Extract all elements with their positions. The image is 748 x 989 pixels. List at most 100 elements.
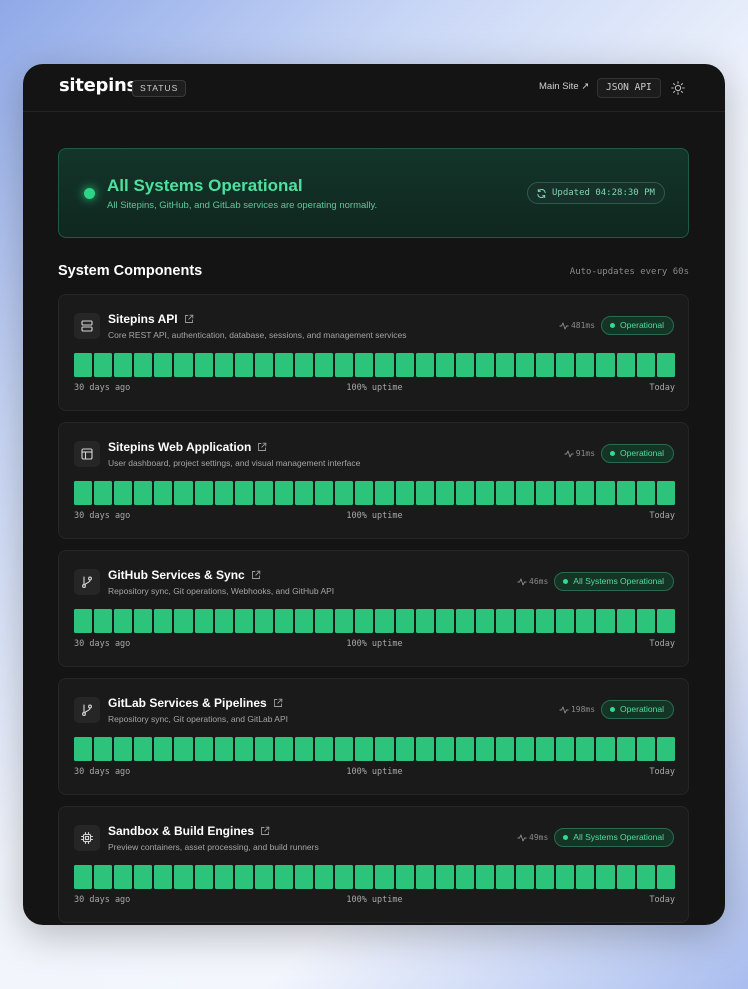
uptime-day-bar[interactable] xyxy=(274,481,294,505)
component-name[interactable]: GitHub Services & Sync xyxy=(108,568,245,582)
uptime-day-bar[interactable] xyxy=(616,609,635,633)
uptime-day-bar[interactable] xyxy=(636,609,655,633)
external-link-icon[interactable] xyxy=(260,826,270,836)
uptime-day-bar[interactable] xyxy=(194,481,213,505)
uptime-day-bar[interactable] xyxy=(355,609,374,633)
uptime-day-bar[interactable] xyxy=(616,353,635,377)
uptime-day-bar[interactable] xyxy=(194,353,213,377)
main-site-link[interactable]: Main Site ↗ xyxy=(539,81,589,92)
uptime-day-bar[interactable] xyxy=(455,737,474,761)
uptime-day-bar[interactable] xyxy=(355,865,374,889)
external-link-icon[interactable] xyxy=(251,570,261,580)
uptime-day-bar[interactable] xyxy=(435,737,454,761)
uptime-day-bar[interactable] xyxy=(435,481,454,505)
uptime-day-bar[interactable] xyxy=(495,865,515,889)
uptime-day-bar[interactable] xyxy=(254,609,273,633)
uptime-day-bar[interactable] xyxy=(656,737,675,761)
uptime-day-bar[interactable] xyxy=(616,865,635,889)
component-name[interactable]: GitLab Services & Pipelines xyxy=(108,696,267,710)
uptime-day-bar[interactable] xyxy=(194,737,213,761)
uptime-day-bar[interactable] xyxy=(335,737,354,761)
uptime-day-bar[interactable] xyxy=(335,609,354,633)
uptime-day-bar[interactable] xyxy=(556,481,575,505)
uptime-day-bar[interactable] xyxy=(74,609,93,633)
uptime-day-bar[interactable] xyxy=(435,353,454,377)
uptime-day-bar[interactable] xyxy=(395,609,414,633)
uptime-day-bar[interactable] xyxy=(174,353,193,377)
uptime-day-bar[interactable] xyxy=(114,737,133,761)
uptime-day-bar[interactable] xyxy=(375,737,394,761)
uptime-day-bar[interactable] xyxy=(475,609,494,633)
uptime-day-bar[interactable] xyxy=(636,481,655,505)
uptime-day-bar[interactable] xyxy=(656,865,675,889)
uptime-day-bar[interactable] xyxy=(475,481,494,505)
uptime-day-bar[interactable] xyxy=(154,865,173,889)
uptime-day-bar[interactable] xyxy=(274,353,294,377)
uptime-day-bar[interactable] xyxy=(395,353,414,377)
uptime-day-bar[interactable] xyxy=(375,609,394,633)
uptime-day-bar[interactable] xyxy=(134,737,153,761)
uptime-day-bar[interactable] xyxy=(415,609,434,633)
uptime-day-bar[interactable] xyxy=(656,609,675,633)
uptime-day-bar[interactable] xyxy=(254,481,273,505)
uptime-day-bar[interactable] xyxy=(254,353,273,377)
uptime-day-bar[interactable] xyxy=(616,737,635,761)
uptime-day-bar[interactable] xyxy=(455,353,474,377)
uptime-day-bar[interactable] xyxy=(536,609,555,633)
sitepins-logo[interactable]: sitepins xyxy=(59,75,137,96)
uptime-day-bar[interactable] xyxy=(214,865,233,889)
uptime-day-bar[interactable] xyxy=(556,353,575,377)
uptime-day-bar[interactable] xyxy=(194,865,213,889)
component-name[interactable]: Sitepins API xyxy=(108,312,178,326)
uptime-day-bar[interactable] xyxy=(134,609,153,633)
uptime-day-bar[interactable] xyxy=(295,353,314,377)
uptime-day-bar[interactable] xyxy=(315,353,334,377)
uptime-day-bar[interactable] xyxy=(74,737,93,761)
uptime-day-bar[interactable] xyxy=(295,481,314,505)
uptime-day-bar[interactable] xyxy=(435,609,454,633)
uptime-day-bar[interactable] xyxy=(536,481,555,505)
uptime-day-bar[interactable] xyxy=(114,865,133,889)
uptime-day-bar[interactable] xyxy=(636,353,655,377)
uptime-day-bar[interactable] xyxy=(395,737,414,761)
uptime-day-bar[interactable] xyxy=(516,481,535,505)
uptime-day-bar[interactable] xyxy=(154,737,173,761)
theme-toggle-button[interactable] xyxy=(670,80,686,96)
uptime-day-bar[interactable] xyxy=(576,609,595,633)
uptime-day-bar[interactable] xyxy=(94,353,113,377)
uptime-day-bar[interactable] xyxy=(114,481,133,505)
uptime-day-bar[interactable] xyxy=(214,481,233,505)
uptime-day-bar[interactable] xyxy=(556,609,575,633)
uptime-day-bar[interactable] xyxy=(234,737,253,761)
uptime-day-bar[interactable] xyxy=(194,609,213,633)
uptime-day-bar[interactable] xyxy=(355,737,374,761)
uptime-day-bar[interactable] xyxy=(295,609,314,633)
uptime-day-bar[interactable] xyxy=(415,353,434,377)
uptime-day-bar[interactable] xyxy=(576,737,595,761)
uptime-day-bar[interactable] xyxy=(174,481,193,505)
uptime-day-bar[interactable] xyxy=(375,353,394,377)
uptime-day-bar[interactable] xyxy=(596,609,615,633)
uptime-day-bar[interactable] xyxy=(274,737,294,761)
uptime-day-bar[interactable] xyxy=(74,865,93,889)
uptime-day-bar[interactable] xyxy=(516,865,535,889)
uptime-day-bar[interactable] xyxy=(596,353,615,377)
uptime-day-bar[interactable] xyxy=(335,865,354,889)
uptime-day-bar[interactable] xyxy=(495,609,515,633)
external-link-icon[interactable] xyxy=(257,442,267,452)
uptime-day-bar[interactable] xyxy=(556,737,575,761)
uptime-day-bar[interactable] xyxy=(596,865,615,889)
uptime-day-bar[interactable] xyxy=(576,865,595,889)
uptime-day-bar[interactable] xyxy=(94,481,113,505)
uptime-day-bar[interactable] xyxy=(475,737,494,761)
uptime-day-bar[interactable] xyxy=(114,353,133,377)
uptime-day-bar[interactable] xyxy=(174,737,193,761)
uptime-day-bar[interactable] xyxy=(214,609,233,633)
uptime-day-bar[interactable] xyxy=(315,737,334,761)
uptime-day-bar[interactable] xyxy=(274,865,294,889)
uptime-day-bar[interactable] xyxy=(134,353,153,377)
uptime-day-bar[interactable] xyxy=(335,353,354,377)
external-link-icon[interactable] xyxy=(273,698,283,708)
uptime-day-bar[interactable] xyxy=(475,353,494,377)
uptime-day-bar[interactable] xyxy=(134,865,153,889)
